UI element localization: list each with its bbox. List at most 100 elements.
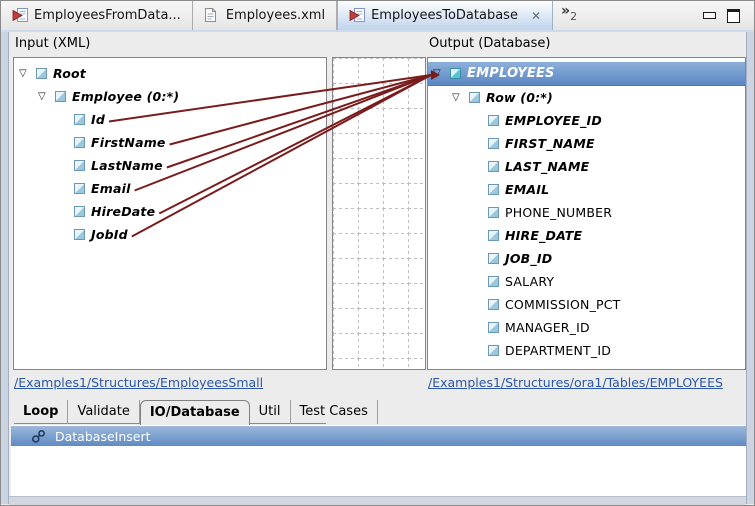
tree-item-label: JobId [91, 227, 128, 242]
tree-item-label: LAST_NAME [505, 159, 589, 174]
tree-item-label: Email [91, 181, 131, 196]
element-icon [488, 138, 499, 149]
tree-item-label: HIRE_DATE [505, 228, 582, 243]
tree-item-label: Root [53, 66, 86, 81]
output-database-tree: ▽ EMPLOYEES ▽ Row (0:*) EMPLOYEE_ID FIRST_NAM… [427, 57, 746, 370]
operations-panel: DatabaseInsert [11, 425, 748, 498]
editor-tab-Employees-xml[interactable]: Employees.xml [193, 1, 337, 30]
tree-item-Id[interactable]: Id [14, 108, 326, 131]
tree-item-label: FIRST_NAME [505, 136, 595, 151]
window-controls [703, 1, 754, 30]
tree-item-LastName[interactable]: LastName [14, 154, 326, 177]
tab-overflow-indicator[interactable]: » 2 [553, 1, 585, 30]
element-icon [36, 68, 47, 79]
expand-arrow-icon[interactable]: ▽ [432, 69, 450, 79]
input-panel-title: Input (XML) [15, 36, 90, 51]
element-icon [469, 92, 480, 103]
element-icon [488, 207, 499, 218]
element-icon [488, 184, 499, 195]
element-icon [74, 183, 85, 194]
tree-item-EMPLOYEE-ID[interactable]: EMPLOYEE_ID [428, 109, 745, 132]
mapping-editor-window: EmployeesFromData... Employees.xml Employe… [0, 0, 755, 506]
operation-row-DatabaseInsert[interactable]: DatabaseInsert [11, 426, 748, 446]
mapping-file-icon [12, 8, 28, 23]
tree-item-label: DEPARTMENT_ID [505, 343, 611, 358]
element-icon [488, 276, 499, 287]
element-icon [488, 322, 499, 333]
tree-item-SALARY[interactable]: SALARY [428, 270, 745, 293]
tree-item-MANAGER-ID[interactable]: MANAGER_ID [428, 316, 745, 339]
expand-arrow-icon[interactable]: ▽ [18, 69, 36, 79]
output-structure-link[interactable]: /Examples1/Structures/ora1/Tables/EMPLOY… [428, 375, 723, 390]
element-icon [74, 137, 85, 148]
editor-tab-bar: EmployeesFromData... Employees.xml Employe… [1, 1, 754, 32]
expand-arrow-icon[interactable]: ▽ [451, 93, 469, 103]
tree-item-Email[interactable]: Email [14, 177, 326, 200]
tree-item-label: PHONE_NUMBER [505, 205, 612, 220]
tree-item-Root[interactable]: ▽ Root [14, 62, 326, 85]
tree-item-EMPLOYEES[interactable]: ▽ EMPLOYEES [428, 62, 745, 86]
tab-label: EmployeesToDatabase [371, 8, 518, 23]
tree-item-label: EMPLOYEES [467, 66, 555, 81]
tree-item-label: Employee (0:*) [72, 89, 179, 104]
left-scrollbar[interactable] [1, 32, 9, 504]
tab-label: Employees.xml [226, 8, 325, 23]
element-icon [488, 299, 499, 310]
tree-item-HireDate[interactable]: HireDate [14, 200, 326, 223]
element-icon [488, 230, 499, 241]
tree-item-FirstName[interactable]: FirstName [14, 131, 326, 154]
tab-label: EmployeesFromData... [34, 8, 181, 23]
element-icon [74, 160, 85, 171]
tree-item-COMMISSION-PCT[interactable]: COMMISSION_PCT [428, 293, 745, 316]
element-icon [488, 115, 499, 126]
output-panel-title: Output (Database) [429, 36, 550, 51]
element-icon [74, 229, 85, 240]
tab-Validate[interactable]: Validate [68, 400, 139, 424]
operation-label: DatabaseInsert [55, 429, 151, 444]
minimize-icon[interactable] [703, 12, 716, 19]
tree-item-label: SALARY [505, 274, 554, 289]
tree-item-label: HireDate [91, 204, 155, 219]
element-icon [74, 114, 85, 125]
maximize-icon[interactable] [727, 9, 740, 23]
right-scrollbar[interactable] [746, 32, 754, 504]
input-structure-link[interactable]: /Examples1/Structures/EmployeesSmall [14, 375, 263, 390]
tree-item-DEPARTMENT-ID[interactable]: DEPARTMENT_ID [428, 339, 745, 362]
tree-item-label: JOB_ID [505, 251, 552, 266]
element-icon [488, 345, 499, 356]
tree-item-PHONE-NUMBER[interactable]: PHONE_NUMBER [428, 201, 745, 224]
xml-file-icon [204, 8, 220, 23]
element-icon [488, 161, 499, 172]
chevron-overflow-icon: » [561, 4, 570, 18]
close-tab-icon[interactable]: ✕ [531, 9, 541, 23]
tree-item-label: LastName [91, 158, 163, 173]
tree-item-label: EMPLOYEE_ID [505, 113, 602, 128]
tree-item-label: FirstName [91, 135, 166, 150]
expand-arrow-icon[interactable]: ▽ [37, 92, 55, 102]
tree-item-FIRST-NAME[interactable]: FIRST_NAME [428, 132, 745, 155]
tree-item-Employee-0[interactable]: ▽ Employee (0:*) [14, 85, 326, 108]
tab-Util[interactable]: Util [250, 400, 291, 424]
editor-tab-EmployeesFromData[interactable]: EmployeesFromData... [1, 1, 193, 30]
tree-item-JobId[interactable]: JobId [14, 223, 326, 246]
database-insert-icon [31, 429, 46, 444]
element-icon [488, 253, 499, 264]
input-xml-tree: ▽ Root ▽ Employee (0:*) Id FirstName LastName E… [13, 57, 327, 370]
editor-tab-EmployeesToDatabase[interactable]: EmployeesToDatabase ✕ [337, 1, 553, 30]
tree-item-label: Row (0:*) [486, 90, 553, 105]
tab-Loop[interactable]: Loop [14, 400, 68, 424]
tree-item-JOB-ID[interactable]: JOB_ID [428, 247, 745, 270]
tree-item-HIRE-DATE[interactable]: HIRE_DATE [428, 224, 745, 247]
mapping-file-icon [349, 8, 365, 23]
tree-item-label: Id [91, 112, 105, 127]
horizontal-scrollbar[interactable] [9, 496, 746, 505]
tree-item-Row-0[interactable]: ▽ Row (0:*) [428, 86, 745, 109]
tree-item-label: MANAGER_ID [505, 320, 590, 335]
tab-overflow-count: 2 [570, 10, 577, 23]
mapping-canvas[interactable] [332, 57, 426, 370]
tree-item-EMAIL[interactable]: EMAIL [428, 178, 745, 201]
tree-item-LAST-NAME[interactable]: LAST_NAME [428, 155, 745, 178]
tree-item-label: COMMISSION_PCT [505, 297, 621, 312]
tab-IO-Database[interactable]: IO/Database [140, 400, 250, 425]
tab-Test-Cases[interactable]: Test Cases [291, 400, 378, 424]
